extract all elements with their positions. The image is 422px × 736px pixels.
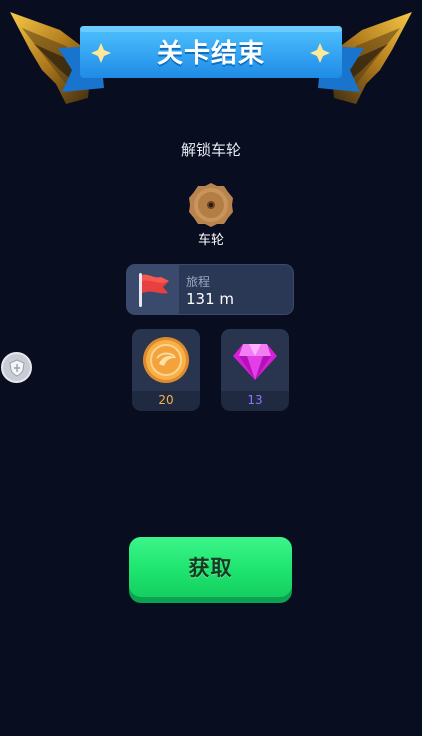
level-complete-screen: 关卡结束 解锁车轮 车轮 旅程 131 m 20 13 获取 [0, 0, 422, 736]
distance-card: 旅程 131 m [126, 264, 294, 315]
get-button-label: 获取 [188, 556, 233, 580]
gem-count: 13 [247, 393, 263, 407]
wooden-wheel-icon [188, 182, 234, 228]
gem-reward-card: 13 [221, 329, 289, 411]
coin-count: 20 [158, 393, 174, 407]
coin-icon-area [132, 329, 200, 391]
gem-icon-area [221, 329, 289, 391]
get-button[interactable]: 获取 [129, 537, 292, 603]
side-float-button[interactable] [1, 352, 32, 383]
get-button-face[interactable]: 获取 [129, 537, 292, 597]
shield-icon [8, 358, 25, 377]
flag-box [127, 265, 179, 314]
coin-reward-card: 20 [132, 329, 200, 411]
unlock-label: 解锁车轮 [180, 141, 241, 159]
gold-coin-icon [143, 337, 189, 383]
distance-label: 旅程 [186, 275, 211, 289]
pink-gem-icon [233, 344, 277, 380]
unlocked-item-name: 车轮 [197, 233, 224, 248]
level-end-title: 关卡结束 [156, 38, 265, 69]
distance-value: 131 m [186, 290, 235, 308]
red-flag-icon [139, 273, 169, 307]
level-end-banner: 关卡结束 [0, 0, 422, 120]
